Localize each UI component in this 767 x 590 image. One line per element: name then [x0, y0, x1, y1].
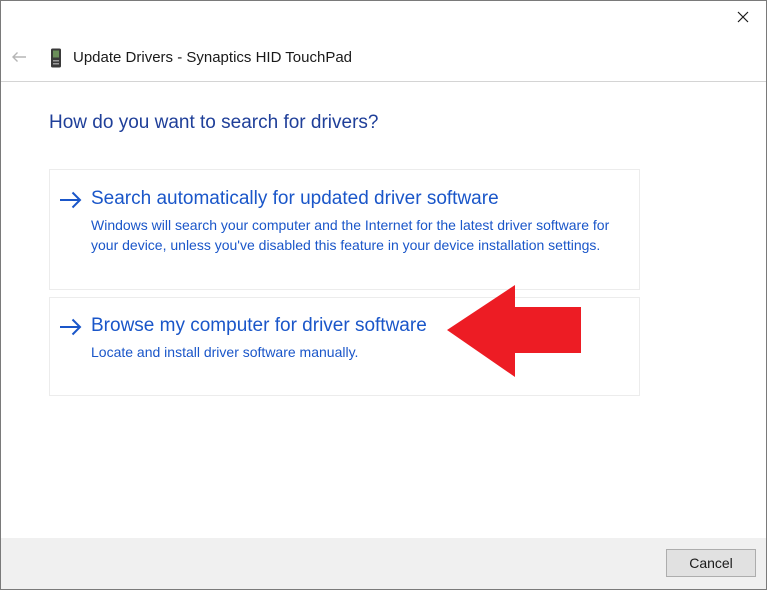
right-arrow-icon [60, 191, 82, 209]
back-button[interactable] [7, 45, 31, 69]
close-icon [737, 11, 749, 23]
dialog-title: Update Drivers - Synaptics HID TouchPad [73, 49, 353, 66]
search-automatically-option[interactable]: Search automatically for updated driver … [49, 169, 640, 290]
red-pointer-arrow-icon [447, 285, 581, 377]
close-button[interactable] [720, 1, 766, 33]
option-title: Browse my computer for driver software [91, 315, 427, 336]
back-arrow-icon [12, 52, 26, 62]
option-description: Windows will search your computer and th… [91, 217, 610, 253]
option-title: Search automatically for updated driver … [91, 188, 499, 209]
dialog-header: Update Drivers - Synaptics HID TouchPad [1, 33, 766, 82]
page-heading: How do you want to search for drivers? [49, 112, 379, 133]
device-icon [51, 48, 61, 68]
cancel-button[interactable]: Cancel [666, 549, 756, 577]
update-drivers-dialog: Update Drivers - Synaptics HID TouchPad … [0, 0, 767, 590]
dialog-footer: Cancel [1, 538, 766, 589]
right-arrow-icon [60, 318, 82, 336]
